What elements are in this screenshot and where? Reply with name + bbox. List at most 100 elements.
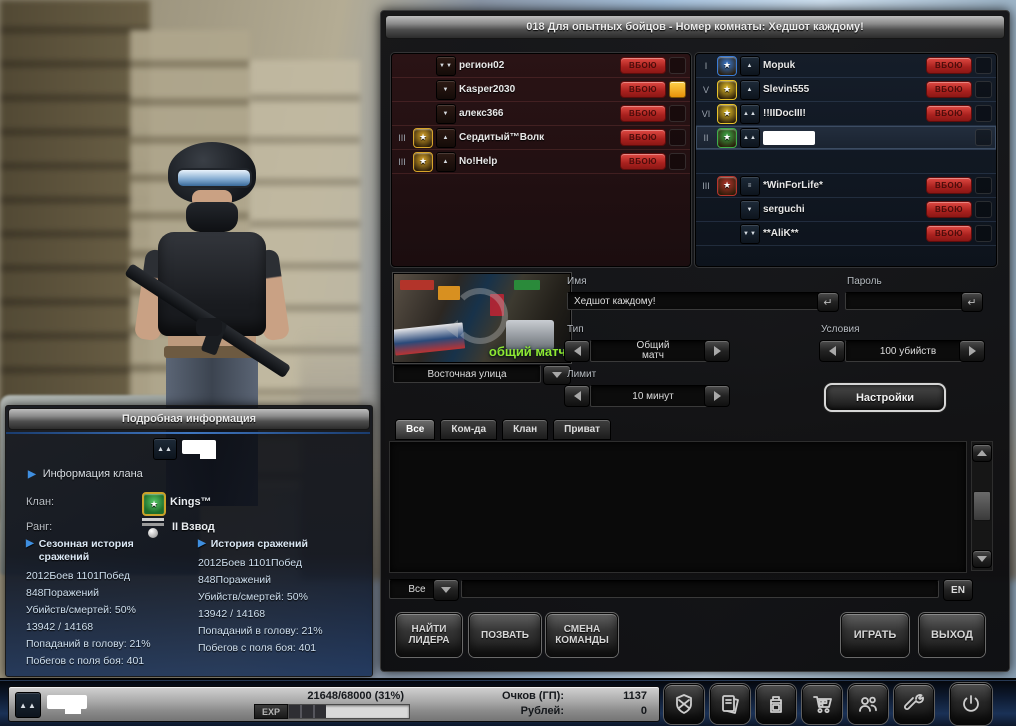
player-name: алекс366 [459,108,617,119]
clan-level-numeral: I [698,61,714,71]
chat-tab-приват[interactable]: Приват [553,419,611,440]
season-stats-lines: 2012Боев 1101Побед848ПораженийУбийств/см… [26,570,196,667]
find-leader-button[interactable]: НАЙТИ ЛИДЕРА [396,613,462,657]
player-name: *WinForLife* [763,180,923,191]
room-leader-marker-icon [669,81,686,98]
marker-slot [975,57,992,74]
rank-icon: ▲ [740,56,760,76]
room-title: 018 Для опытных бойцов - Номер комнаты: … [526,21,864,33]
chat-tab-ком-да[interactable]: Ком-да [440,419,497,440]
shop-button[interactable] [802,684,842,724]
enter-icon[interactable]: ↵ [961,292,983,312]
rank-icon: ▲▲ [15,692,41,718]
chat-tabs: ВсеКом-даКланПриват [395,419,611,440]
cart-icon [810,692,834,716]
player-row[interactable]: V★▲Slevin555ВБОЮ [696,78,996,102]
stat-line: Попаданий в голову: 21% [198,625,368,637]
blue-arrow-icon: ▶ [198,538,206,551]
people-icon [856,692,880,716]
player-row[interactable]: ▼serguchiВБОЮ [696,198,996,222]
scroll-down-button[interactable] [972,550,992,568]
map-select-value[interactable]: Восточная улица [393,365,541,383]
marker-slot [975,177,992,194]
exp-progress-text: 21648/68000 (31%) [204,690,404,702]
conditions-next-button[interactable] [959,340,985,362]
exit-button[interactable]: ВЫХОД [919,613,985,657]
player-info-panel: Подробная информация ▲▲ ▶ Информация кла… [5,405,373,677]
community-button[interactable] [848,684,888,724]
type-label: Тип [567,324,584,335]
chat-scrollbar[interactable] [971,441,993,571]
platoon-insignia-icon [142,516,164,538]
player-row[interactable]: III★▲Сердитый™ВолкВБОЮ [392,126,690,150]
in-battle-badge: ВБОЮ [620,129,666,146]
player-row[interactable]: VI★▲▲!!IIDocIII!ВБОЮ [696,102,996,126]
scrollbar-track[interactable] [973,462,991,550]
stat-line: Побегов с поля боя: 401 [26,655,196,667]
marker-slot [975,81,992,98]
season-stats: ▶Сезонная история сражений 2012Боев 1101… [26,538,196,672]
censored-player-name [763,131,972,145]
marker-slot [669,105,686,122]
player-row[interactable]: ▼алекс366ВБОЮ [392,102,690,126]
play-button[interactable]: ИГРАТЬ [841,613,909,657]
options-button[interactable] [894,684,934,724]
chat-language-button[interactable]: EN [943,579,973,601]
refresh-watermark-icon [452,288,508,344]
rank-icon: ▲ [436,128,456,148]
player-row[interactable] [696,150,996,174]
inventory-button[interactable] [756,684,796,724]
player-row[interactable]: ▼Kasper2030ВБОЮ [392,78,690,102]
clan-info-link[interactable]: ▶ Информация клана [28,468,143,480]
blue-arrow-icon: ▶ [26,538,34,564]
conditions-label: Условия [821,324,860,335]
chat-tab-все[interactable]: Все [395,419,435,440]
limit-prev-button[interactable] [564,385,590,407]
password-input[interactable] [845,292,971,310]
scroll-up-button[interactable] [972,444,992,462]
rubles-label: Рублей: [399,705,564,717]
limit-label: Лимит [567,369,596,380]
battle-stats-lines: 2012Боев 1101Побед848ПораженийУбийств/см… [198,557,368,654]
rubles-value: 0 [569,705,647,717]
player-row[interactable]: III★≡*WinForLife*ВБОЮ [696,174,996,198]
chat-input[interactable] [461,580,939,598]
player-row[interactable]: III★▲No!HelpВБОЮ [392,150,690,174]
player-row[interactable]: ▼▼регион02ВБОЮ [392,54,690,78]
cards-button[interactable] [710,684,750,724]
type-prev-button[interactable] [564,340,590,362]
player-row[interactable]: I★▲MopukВБОЮ [696,54,996,78]
scrollbar-thumb[interactable] [973,491,991,521]
chat-tab-клан[interactable]: Клан [502,419,548,440]
clan-emblem-button[interactable] [664,684,704,724]
type-next-button[interactable] [704,340,730,362]
conditions-prev-button[interactable] [819,340,845,362]
room-panel: 018 Для опытных бойцов - Номер комнаты: … [380,10,1010,672]
player-name: Kasper2030 [459,84,617,95]
rank-icon: ▲▲ [153,438,177,460]
player-row[interactable]: II★▲▲ [696,126,996,150]
map-detail [400,280,434,290]
player-name: serguchi [763,204,923,215]
in-battle-badge: ВБОЮ [620,153,666,170]
room-name-label: Имя [567,276,586,287]
room-name-input[interactable]: Хедшот каждому! [567,292,827,310]
backpack-icon [764,692,788,716]
quit-button[interactable] [950,683,992,725]
map-detail [438,286,460,300]
enter-icon[interactable]: ↵ [817,292,839,312]
change-team-button[interactable]: СМЕНА КОМАНДЫ [546,613,618,657]
settings-button[interactable]: Настройки [824,383,946,412]
map-preview: общий матч [393,273,571,363]
blue-arrow-icon: ▶ [28,469,36,480]
stat-line: Побегов с поля боя: 401 [198,642,368,654]
info-panel-title: Подробная информация [8,408,370,430]
chevron-down-icon[interactable] [433,579,459,601]
player-row[interactable]: ▼▼**AliK**ВБОЮ [696,222,996,246]
player-status-plate: ▲▲ 21648/68000 (31%) EXP Очков (ГП): 113… [8,686,660,722]
invite-button[interactable]: ПОЗВАТЬ [469,613,541,657]
limit-next-button[interactable] [704,385,730,407]
map-select[interactable]: Восточная улица [393,365,569,383]
chat-messages[interactable] [389,441,967,573]
cards-icon [718,692,742,716]
